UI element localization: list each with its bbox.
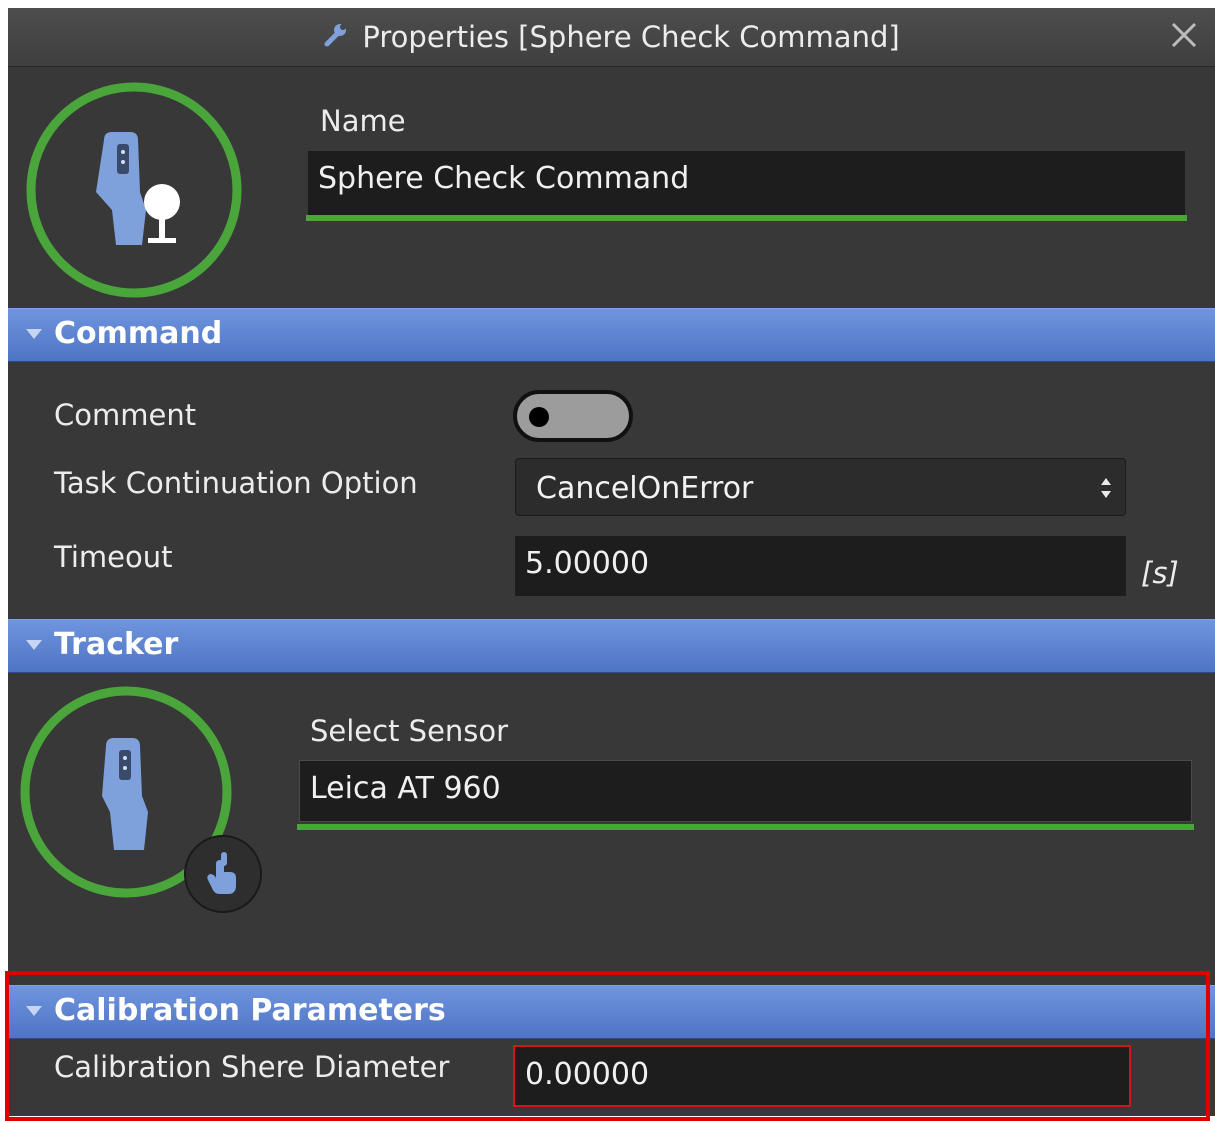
calibration-diameter-field[interactable]: 0.00000 [513,1045,1131,1107]
collapse-triangle-icon [26,1006,42,1016]
task-continuation-select[interactable]: CancelOnError [515,458,1126,516]
command-icon [26,80,246,304]
tracker-icon [102,738,148,850]
calibration-diameter-value: 0.00000 [525,1057,650,1092]
section-tracker[interactable]: Tracker [8,619,1215,673]
pointer-hand-icon [184,835,262,913]
close-button[interactable] [1167,18,1201,52]
sensor-field-underline [297,824,1194,830]
timeout-label: Timeout [54,540,173,574]
timeout-value: 5.00000 [525,546,650,581]
comment-label: Comment [54,398,197,432]
calibration-diameter-label: Calibration Shere Diameter [54,1050,450,1084]
collapse-triangle-icon [26,640,42,650]
sphere-icon [144,184,180,243]
timeout-field[interactable]: 5.00000 [515,536,1126,596]
name-field[interactable]: Sphere Check Command [308,151,1185,215]
spinner-arrows-icon [1101,478,1111,498]
wrench-icon [323,22,349,52]
sensor-value: Leica AT 960 [310,771,501,806]
title-bar: Properties [Sphere Check Command] [8,8,1215,67]
comment-toggle[interactable] [513,390,633,442]
section-calibration[interactable]: Calibration Parameters [8,985,1215,1039]
section-tracker-title: Tracker [54,627,179,662]
close-icon [1171,22,1197,48]
select-sensor-label: Select Sensor [310,714,509,748]
timeout-unit: [s] [1141,556,1179,590]
toggle-knob [529,407,549,427]
name-value: Sphere Check Command [318,161,690,196]
section-command[interactable]: Command [8,308,1215,362]
name-label: Name [320,104,406,138]
task-continuation-label: Task Continuation Option [54,466,418,500]
section-command-title: Command [54,316,223,351]
task-continuation-value: CancelOnError [536,471,754,506]
section-calibration-title: Calibration Parameters [54,993,446,1028]
window-title: Properties [Sphere Check Command] [362,20,900,54]
properties-panel: Properties [Sphere Check Command] Name S… [8,8,1215,1116]
tracker-icon [96,132,146,245]
sensor-field[interactable]: Leica AT 960 [299,760,1192,822]
sensor-avatar[interactable] [16,684,276,918]
name-field-underline [306,215,1187,221]
collapse-triangle-icon [26,329,42,339]
